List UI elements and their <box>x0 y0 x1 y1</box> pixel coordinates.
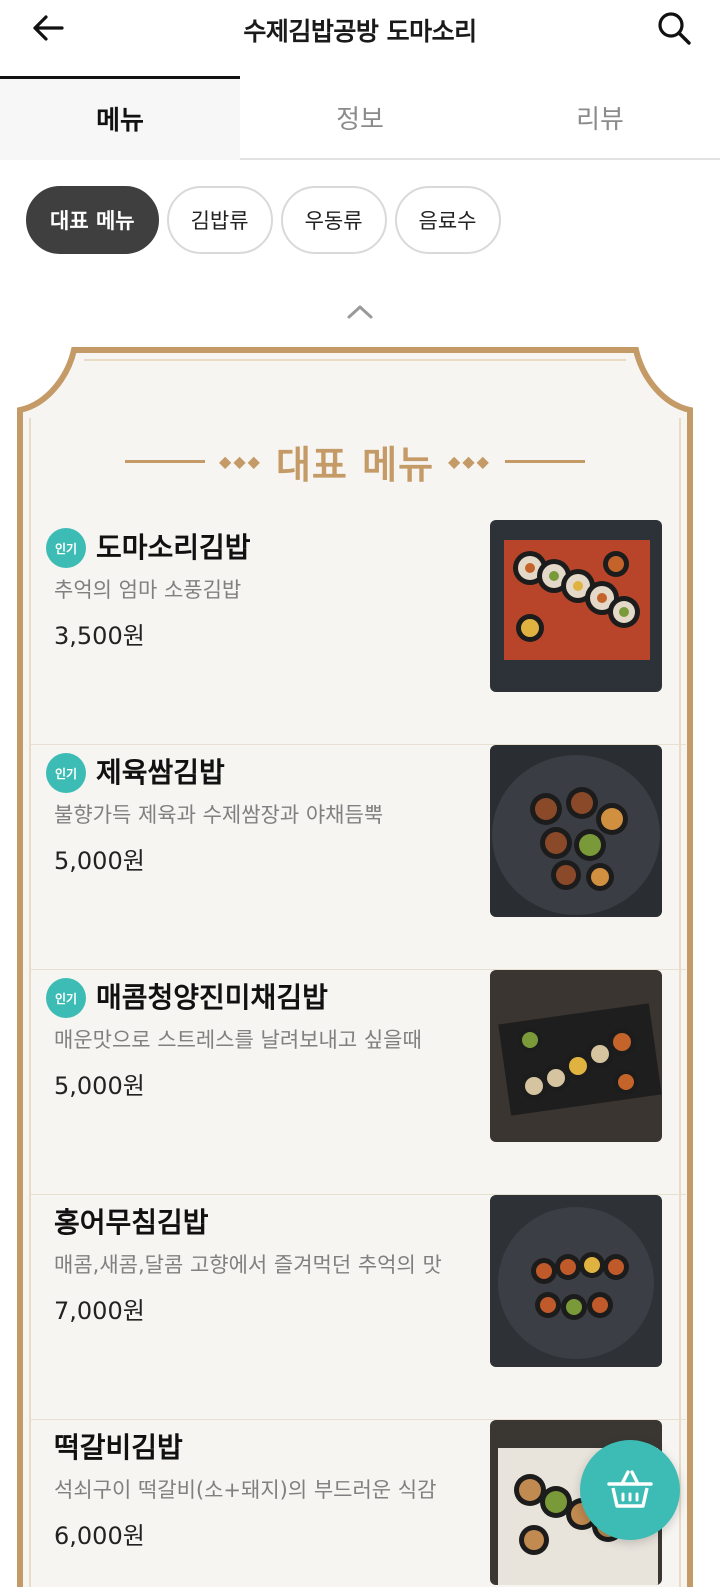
menu-item-name: 홍어무침김밥 <box>54 1206 209 1239</box>
menu-item-name: 매콤청양진미채김밥 <box>96 981 328 1014</box>
menu-item-photo[interactable] <box>490 1195 662 1367</box>
board-heading: ◆◆◆ 대표 메뉴 ◆◆◆ <box>12 434 698 489</box>
chip-signature-menu[interactable]: 대표 메뉴 <box>26 186 159 254</box>
diamond-ornament-icon: ◆◆◆ <box>448 452 491 471</box>
collapse-button[interactable] <box>340 300 380 324</box>
menu-item-desc: 매콤,새콤,달콤 고향에서 즐겨먹던 추억의 맛 <box>54 1253 442 1277</box>
tab-review[interactable]: 리뷰 <box>480 76 720 158</box>
tab-bar: 메뉴 정보 리뷰 <box>0 76 720 160</box>
app-screen: 수제김밥공방 도마소리 메뉴 정보 리뷰 대표 메뉴 김밥류 우동류 음료수 ◆… <box>0 0 720 1587</box>
menu-item-price: 5,000원 <box>54 1072 145 1100</box>
menu-item-name: 제육쌈김밥 <box>96 756 225 789</box>
menu-item-price: 5,000원 <box>54 847 145 875</box>
popular-badge: 인기 <box>46 753 86 793</box>
menu-list: 인기 도마소리김밥 추억의 엄마 소풍김밥 3,500원 인기 제육쌈김밥 불향… <box>30 520 686 1587</box>
search-button[interactable] <box>654 8 694 48</box>
basket-icon <box>607 1470 653 1508</box>
cart-button[interactable] <box>580 1440 680 1540</box>
menu-item-name: 떡갈비김밥 <box>54 1431 183 1464</box>
menu-item[interactable]: 인기 매콤청양진미채김밥 매운맛으로 스트레스를 날려보내고 싶을때 5,000… <box>30 970 686 1195</box>
menu-item-photo[interactable] <box>490 745 662 917</box>
tab-menu[interactable]: 메뉴 <box>0 76 240 160</box>
chip-drinks[interactable]: 음료수 <box>394 186 501 254</box>
menu-item-price: 7,000원 <box>54 1297 145 1325</box>
menu-item-price: 6,000원 <box>54 1522 145 1550</box>
menu-item-desc: 추억의 엄마 소풍김밥 <box>54 578 242 602</box>
menu-item[interactable]: 인기 제육쌈김밥 불향가득 제육과 수제쌈장과 야채듬뿍 5,000원 <box>30 745 686 970</box>
menu-item-desc: 불향가득 제육과 수제쌈장과 야채듬뿍 <box>54 803 384 827</box>
category-chips: 대표 메뉴 김밥류 우동류 음료수 <box>26 186 501 254</box>
chip-gimbap[interactable]: 김밥류 <box>166 186 273 254</box>
menu-item-desc: 매운맛으로 스트레스를 날려보내고 싶을때 <box>54 1028 422 1052</box>
menu-item-price: 3,500원 <box>54 622 145 650</box>
heading-line-right <box>504 460 585 463</box>
chip-udon[interactable]: 우동류 <box>280 186 387 254</box>
menu-item-photo[interactable] <box>490 520 662 692</box>
header: 수제김밥공방 도마소리 <box>0 0 720 56</box>
tab-info[interactable]: 정보 <box>240 76 480 158</box>
diamond-ornament-icon: ◆◆◆ <box>219 452 262 471</box>
chevron-up-icon <box>347 305 373 319</box>
page-title: 수제김밥공방 도마소리 <box>243 17 477 46</box>
menu-item[interactable]: 인기 도마소리김밥 추억의 엄마 소풍김밥 3,500원 <box>30 520 686 745</box>
menu-item-desc: 석쇠구이 떡갈비(소+돼지)의 부드러운 식감 <box>54 1478 437 1502</box>
popular-badge: 인기 <box>46 978 86 1018</box>
menu-item-photo[interactable] <box>490 970 662 1142</box>
heading-line-left <box>125 460 206 463</box>
board-title: 대표 메뉴 <box>275 443 435 487</box>
search-icon <box>658 12 691 45</box>
menu-item-name: 도마소리김밥 <box>96 531 251 564</box>
popular-badge: 인기 <box>46 528 86 568</box>
menu-item[interactable]: 홍어무침김밥 매콤,새콤,달콤 고향에서 즐겨먹던 추억의 맛 7,000원 <box>30 1195 686 1420</box>
